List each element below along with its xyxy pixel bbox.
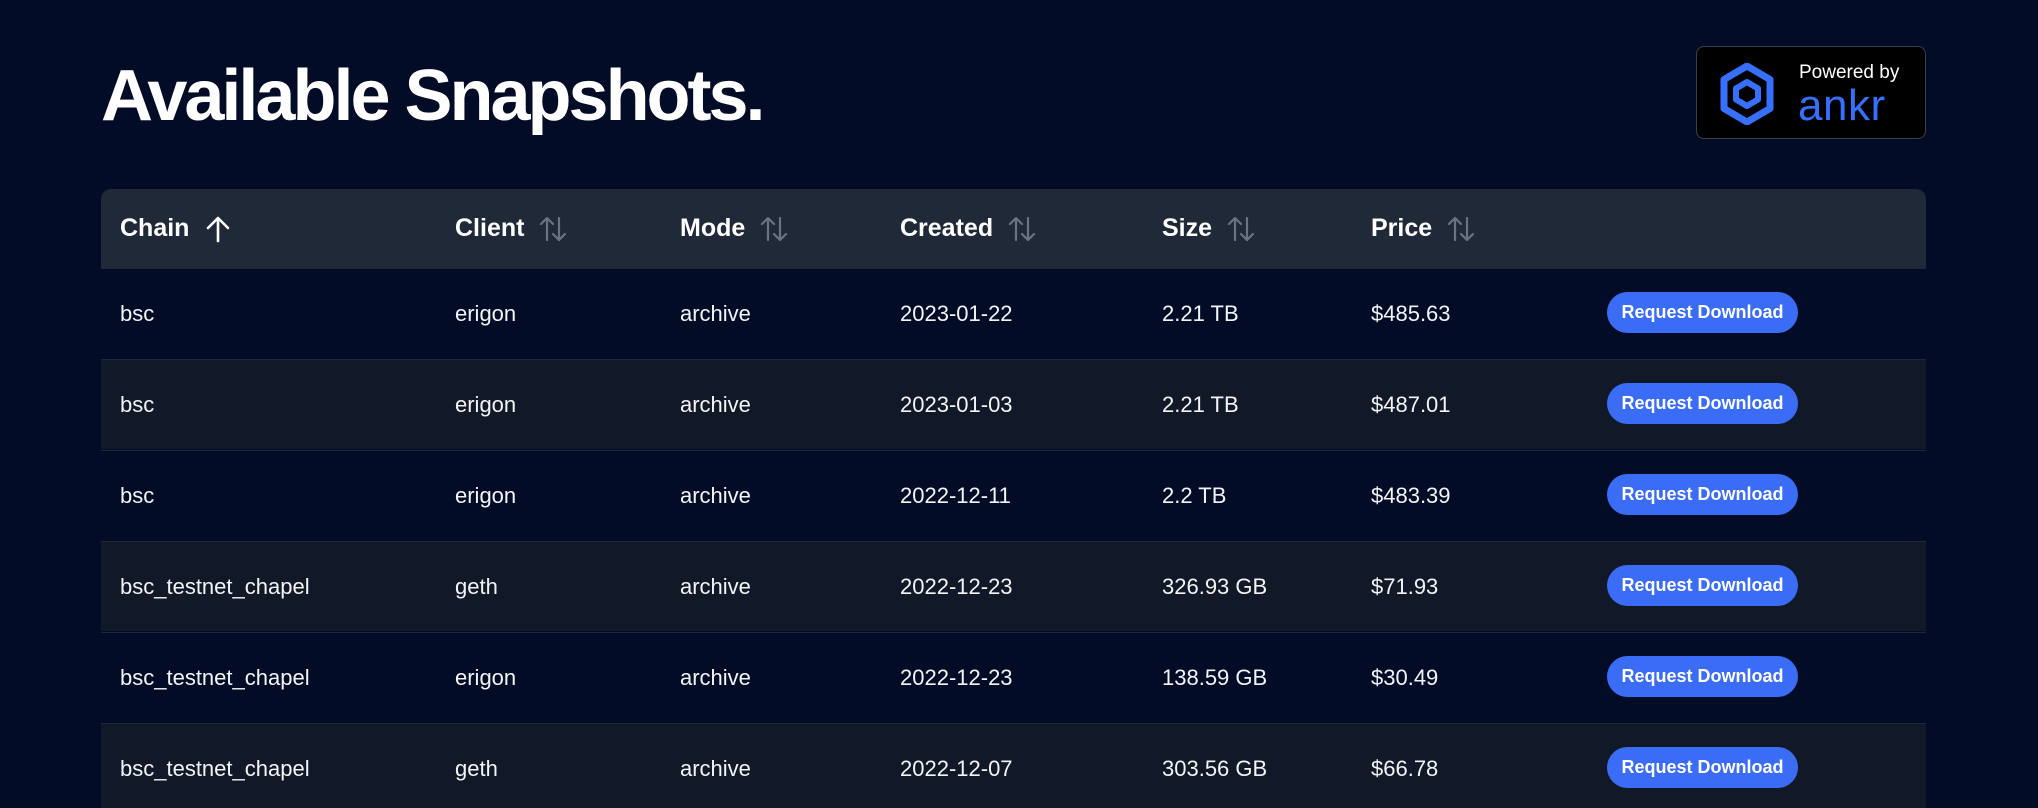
cell-size: 2.21 TB [1162, 301, 1239, 326]
cell-created: 2022-12-23 [900, 665, 1013, 690]
cell-chain: bsc_testnet_chapel [120, 665, 310, 690]
cell-created: 2022-12-07 [900, 756, 1013, 781]
table-row: bsc_testnet_chapel geth archive 2022-12-… [101, 723, 1926, 808]
page-title: Available Snapshots. [101, 56, 766, 136]
cell-client: erigon [455, 665, 517, 690]
column-header-label: Chain [120, 214, 190, 242]
cell-client: erigon [455, 483, 517, 508]
column-header-label: Price [1371, 214, 1433, 242]
cell-chain: bsc_testnet_chapel [120, 574, 310, 599]
column-header-label: Mode [680, 214, 746, 242]
cell-size: 2.21 TB [1162, 392, 1239, 417]
cell-size: 138.59 GB [1162, 665, 1268, 690]
cell-client: erigon [455, 392, 517, 417]
cell-chain: bsc [120, 483, 155, 508]
sort-icon [540, 216, 567, 241]
sort-icon [1448, 216, 1475, 241]
column-header-created[interactable]: Created [900, 189, 1037, 268]
sort-icon [761, 216, 788, 241]
arrow-up-icon [207, 216, 230, 242]
column-header-chain[interactable]: Chain [120, 189, 233, 268]
cell-price: $66.78 [1371, 756, 1439, 781]
cell-mode: archive [680, 483, 751, 508]
cell-mode: archive [680, 665, 751, 690]
table-header: Chain Client Mode Created Size Price [101, 189, 1926, 268]
cell-price: $30.49 [1371, 665, 1439, 690]
snapshots-table: Chain Client Mode Created Size Price bsc… [101, 189, 1926, 808]
sort-icon [1227, 216, 1255, 241]
cell-mode: archive [680, 301, 751, 326]
snapshots-page: Available Snapshots. Powered by ankr Cha… [0, 0, 2038, 808]
cell-mode: archive [680, 756, 751, 781]
request-download-button[interactable]: Request Download [1607, 292, 1798, 333]
cell-price: $483.39 [1371, 483, 1451, 508]
cell-size: 303.56 GB [1162, 756, 1268, 781]
column-header-mode[interactable]: Mode [680, 189, 789, 268]
ankr-wordmark: ankr [1798, 81, 1886, 130]
cell-created: 2022-12-11 [900, 483, 1011, 508]
powered-by-ankr-badge[interactable]: Powered by ankr [1696, 46, 1926, 139]
column-header-size[interactable]: Size [1162, 189, 1256, 268]
request-download-button[interactable]: Request Download [1607, 383, 1798, 424]
cell-client: erigon [455, 301, 517, 326]
column-header-label: Size [1162, 214, 1213, 242]
request-download-button[interactable]: Request Download [1607, 656, 1798, 697]
table-row: bsc_testnet_chapel geth archive 2022-12-… [101, 541, 1926, 631]
table-row: bsc erigon archive 2023-01-22 2.21 TB $4… [101, 268, 1926, 358]
cell-chain: bsc_testnet_chapel [120, 756, 310, 781]
column-header-label: Created [900, 214, 994, 242]
column-header-price[interactable]: Price [1371, 189, 1476, 268]
cell-size: 326.93 GB [1162, 574, 1268, 599]
sort-icon [1008, 216, 1036, 241]
cell-price: $485.63 [1371, 301, 1451, 326]
cell-client: geth [455, 574, 498, 599]
table-row: bsc erigon archive 2023-01-03 2.21 TB $4… [101, 359, 1926, 449]
request-download-button[interactable]: Request Download [1607, 474, 1798, 515]
cell-created: 2023-01-22 [900, 301, 1013, 326]
cell-chain: bsc [120, 392, 155, 417]
cell-size: 2.2 TB [1162, 483, 1227, 508]
cell-created: 2023-01-03 [900, 392, 1013, 417]
cell-created: 2022-12-23 [900, 574, 1013, 599]
cell-price: $487.01 [1371, 392, 1451, 417]
table-row: bsc_testnet_chapel erigon archive 2022-1… [101, 632, 1926, 722]
cell-mode: archive [680, 574, 751, 599]
request-download-button[interactable]: Request Download [1607, 565, 1798, 606]
column-header-client[interactable]: Client [455, 189, 568, 268]
cell-price: $71.93 [1371, 574, 1439, 599]
column-header-label: Client [455, 214, 525, 242]
cell-mode: archive [680, 392, 751, 417]
table-row: bsc erigon archive 2022-12-11 2.2 TB $48… [101, 450, 1926, 540]
cell-client: geth [455, 756, 498, 781]
request-download-button[interactable]: Request Download [1607, 747, 1798, 788]
ankr-logo-icon [1720, 63, 1774, 125]
cell-chain: bsc [120, 301, 155, 326]
